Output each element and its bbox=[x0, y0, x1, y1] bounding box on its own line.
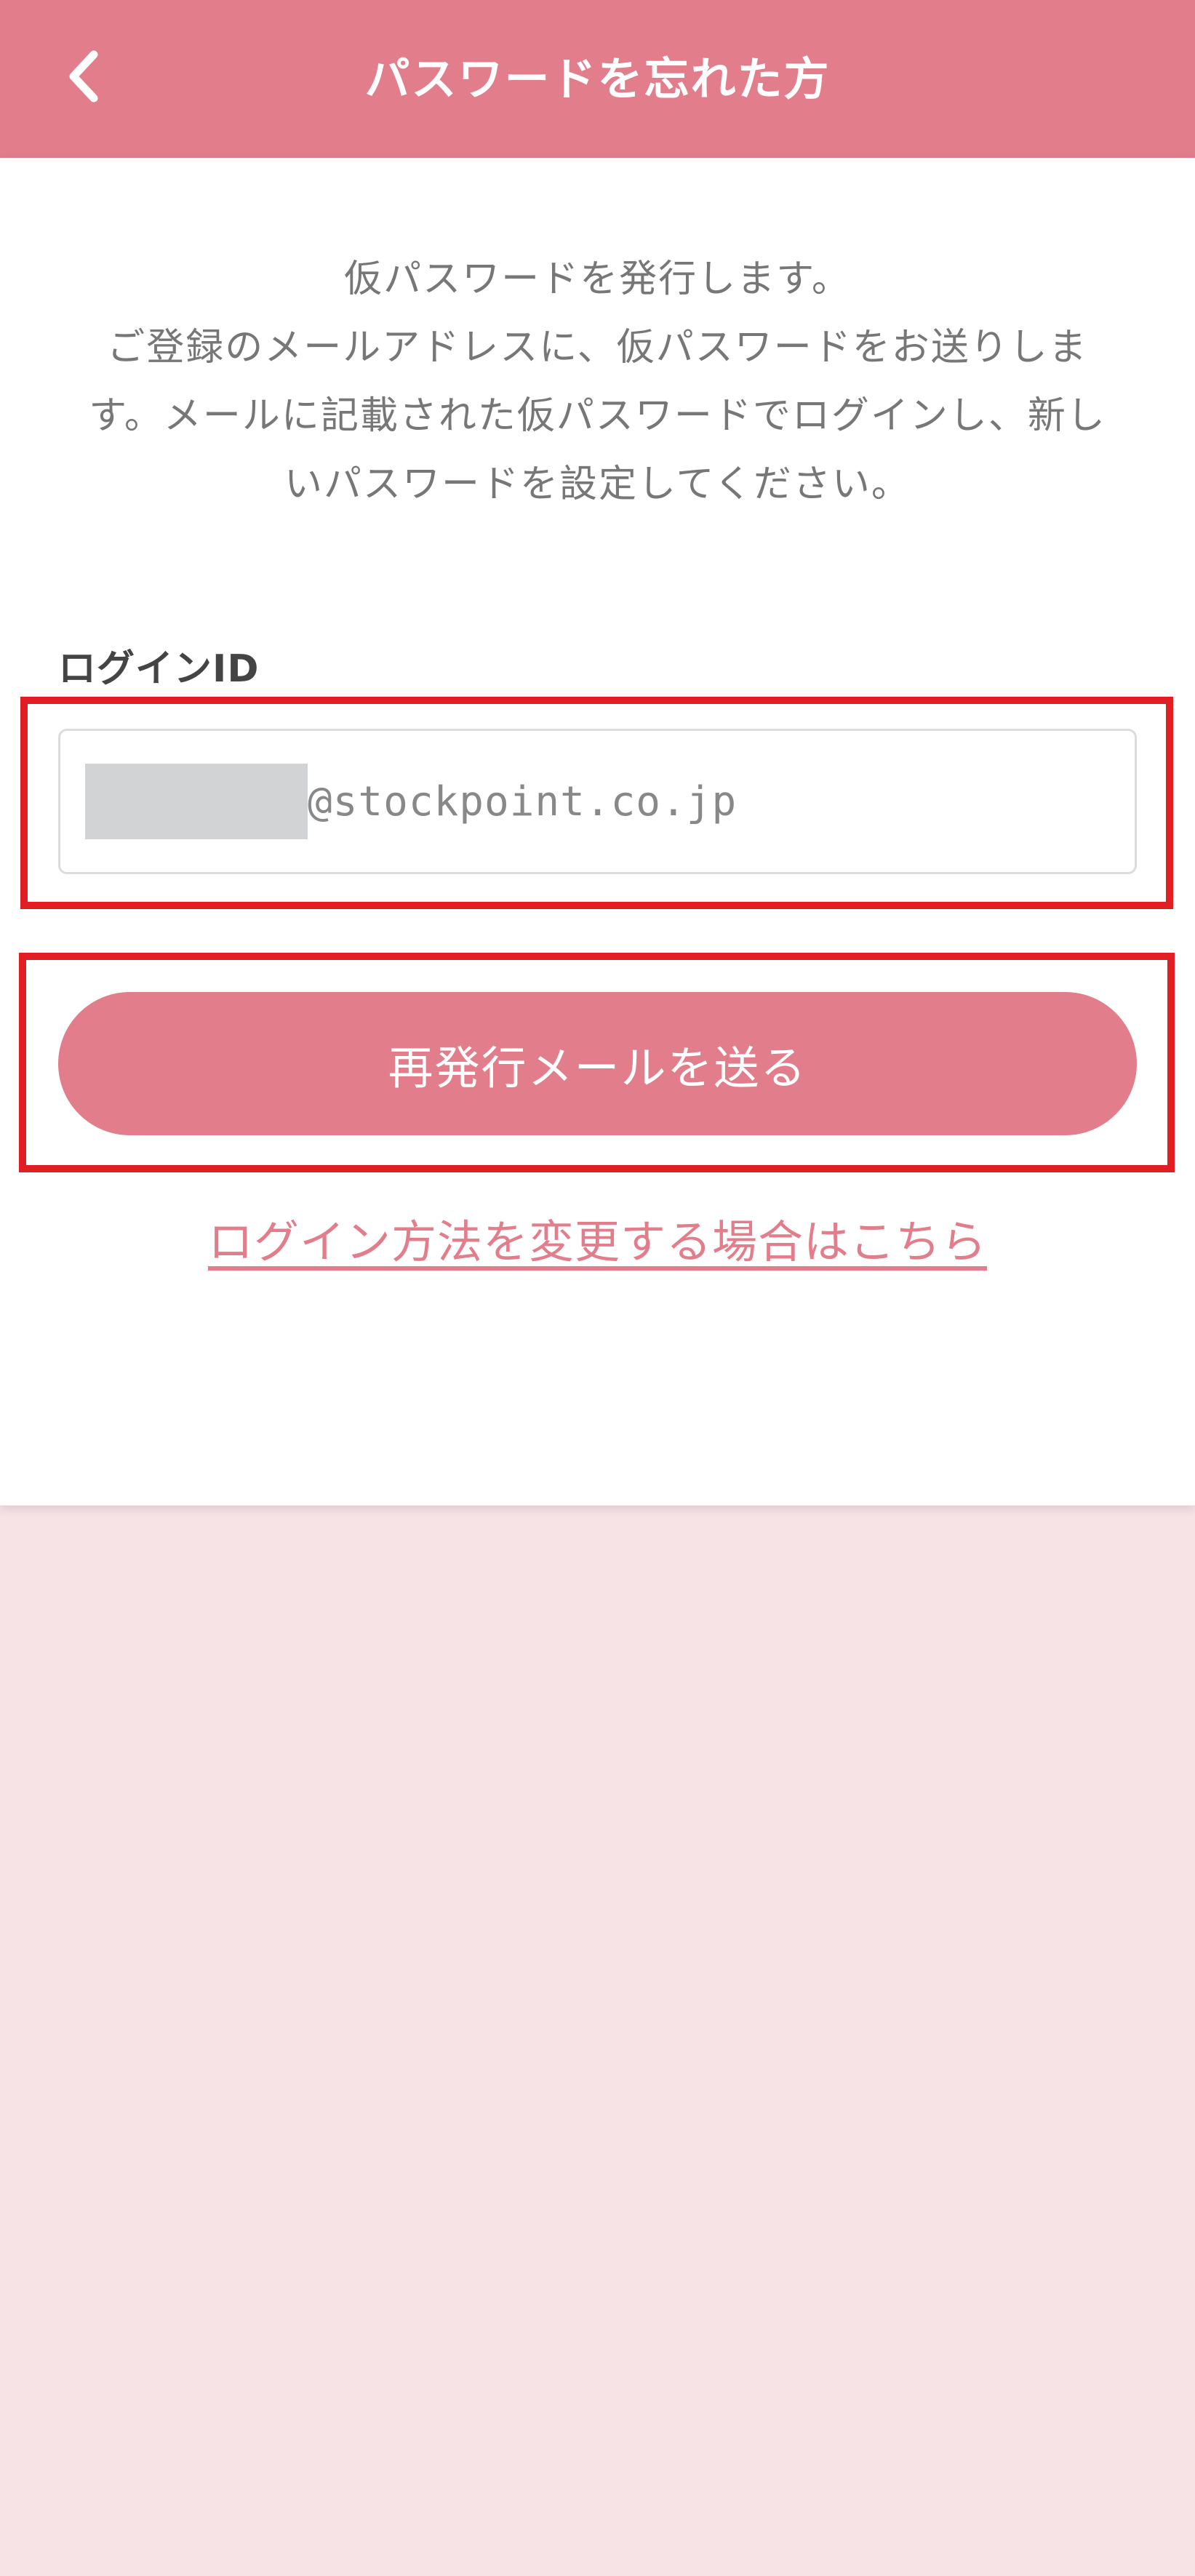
change-login-method-link[interactable]: ログイン方法を変更する場合はこちら bbox=[0, 1205, 1195, 1271]
app-header: パスワードを忘れた方 bbox=[0, 0, 1195, 158]
send-reissue-email-button[interactable]: 再発行メールを送る bbox=[58, 992, 1137, 1135]
redacted-username bbox=[85, 764, 308, 839]
page-title: パスワードを忘れた方 bbox=[364, 52, 831, 105]
login-id-input[interactable]: @stockpoint.co.jp bbox=[58, 729, 1137, 874]
instructions-text: 仮パスワードを発行します。 ご登録のメールアドレスに、仮パスワードをお送りしま … bbox=[89, 257, 1106, 506]
login-id-value: @stockpoint.co.jp bbox=[308, 777, 738, 825]
login-id-label: ログインID bbox=[58, 647, 260, 691]
content-panel: 仮パスワードを発行します。 ご登録のメールアドレスに、仮パスワードをお送りしま … bbox=[0, 158, 1195, 1505]
